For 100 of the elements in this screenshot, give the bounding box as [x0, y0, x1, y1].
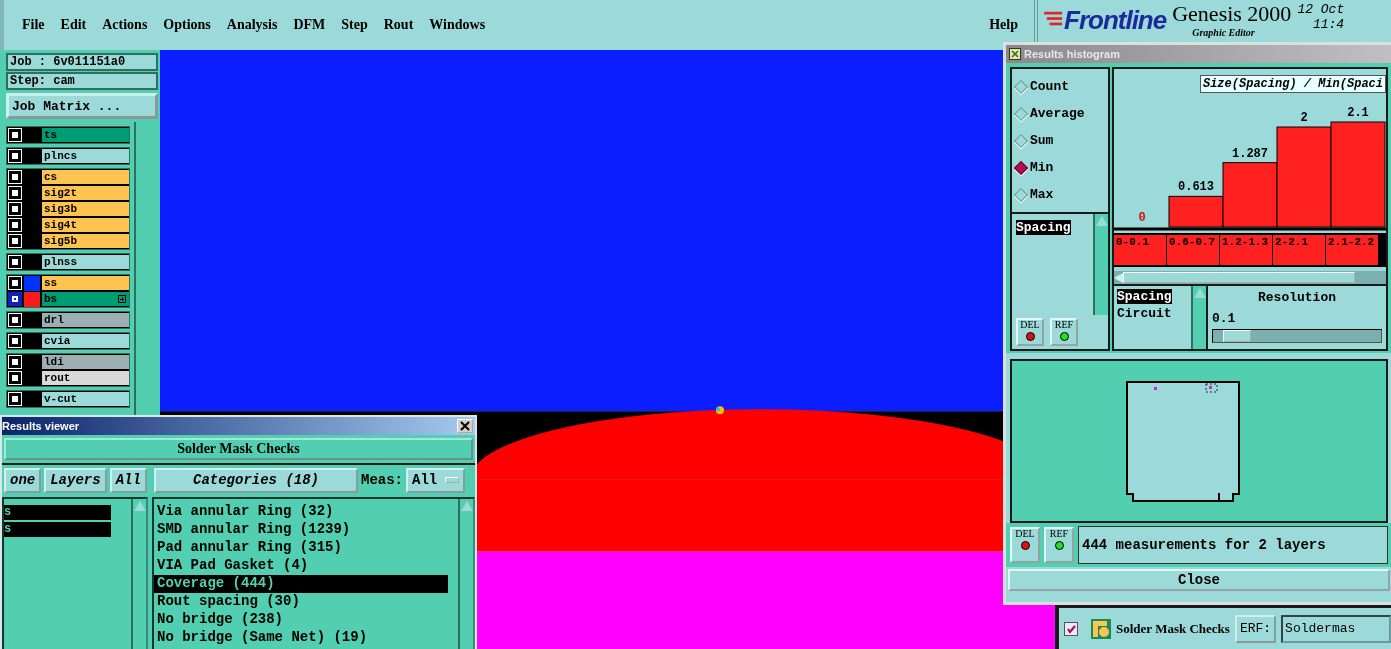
layer-name[interactable]: cs	[42, 170, 129, 184]
layer-name[interactable]: cvia	[42, 334, 129, 348]
category-list-item[interactable]: Rout spacing (30)	[154, 593, 448, 611]
menu-item[interactable]: Step	[333, 17, 376, 33]
layer-checkbox[interactable]	[9, 129, 21, 141]
mode-radio[interactable]: Max	[1012, 181, 1108, 208]
none-button[interactable]: one	[4, 467, 42, 493]
layer-name[interactable]: sig5b	[42, 234, 129, 248]
menu-item[interactable]: File	[14, 17, 53, 33]
mode-radio[interactable]: Average	[1012, 100, 1108, 127]
layer-name[interactable]: rout	[42, 371, 129, 385]
categories-button[interactable]: Categories (18)	[154, 467, 358, 493]
resolution-label: Resolution	[1258, 290, 1336, 305]
category-list-item[interactable]: Coverage (444)	[154, 575, 448, 593]
erf-input-field[interactable]: Soldermas	[1281, 614, 1391, 643]
size-list-item[interactable]: Spacing	[1117, 289, 1172, 304]
layer-list-item[interactable]: s	[4, 522, 111, 537]
resolution-slider[interactable]	[1212, 329, 1382, 343]
layer-checkbox[interactable]	[9, 171, 21, 183]
mode-radio[interactable]: Min	[1012, 154, 1108, 181]
menu-item[interactable]: Analysis	[218, 17, 286, 33]
layer-list-item[interactable]: s	[4, 505, 111, 520]
layer-name[interactable]: sig2t	[42, 186, 129, 200]
bar-value-label: 2	[1300, 111, 1308, 125]
window-menu-icon[interactable]	[1009, 48, 1021, 60]
del-button[interactable]: DEL	[1016, 318, 1044, 346]
size-list-item[interactable]: Circuit	[1117, 306, 1172, 321]
category-list-item[interactable]: No bridge (238)	[154, 611, 448, 629]
layer-checkbox[interactable]	[9, 277, 21, 289]
slider-thumb[interactable]	[1223, 330, 1252, 342]
horizontal-scrollbar[interactable]	[1114, 271, 1386, 284]
measure-list-item[interactable]: Spacing	[1016, 220, 1071, 235]
layer-checkbox[interactable]	[9, 372, 21, 384]
mode-radio[interactable]: Sum	[1012, 127, 1108, 154]
erf-button[interactable]: ERF:	[1234, 614, 1277, 643]
ref-button[interactable]: REF	[1050, 318, 1078, 346]
menu-item[interactable]: Actions	[94, 17, 156, 33]
vertical-scrollbar[interactable]	[1093, 214, 1108, 315]
layer-checkbox[interactable]	[9, 335, 21, 347]
bin-label: 0.6-0.7	[1167, 235, 1220, 265]
layer-name[interactable]: drl	[42, 313, 129, 327]
vertical-scrollbar[interactable]	[1191, 286, 1206, 349]
category-list-item[interactable]: Pad annular Ring (315)	[154, 539, 448, 557]
checkbox[interactable]	[1064, 621, 1078, 636]
menu-item[interactable]: Options	[155, 17, 219, 33]
layer-checkbox[interactable]	[9, 356, 21, 368]
all-button[interactable]: All	[109, 467, 147, 493]
layer-name[interactable]: ss	[42, 276, 129, 290]
window-title: Results histogram	[1024, 48, 1120, 60]
layers-button[interactable]: Layers	[44, 467, 107, 493]
del-button[interactable]: DEL	[1010, 527, 1040, 563]
layer-name[interactable]: ts	[42, 128, 129, 142]
layer-checkbox[interactable]	[9, 314, 21, 326]
menu-item[interactable]: Rout	[375, 17, 422, 33]
vertical-scrollbar[interactable]	[131, 499, 146, 649]
meas-dropdown[interactable]: All	[406, 467, 466, 493]
layer-name[interactable]: v-cut	[42, 392, 129, 406]
layer-checkbox[interactable]	[9, 203, 21, 215]
job-info: Job : 6v011151a0	[6, 53, 158, 71]
layer-name[interactable]: sig3b	[42, 202, 129, 216]
ref-button[interactable]: REF	[1044, 527, 1074, 563]
stripes-logo-icon	[1044, 10, 1064, 28]
bar-value-label: 0	[1138, 211, 1146, 225]
bar-value-label: 0.613	[1178, 180, 1214, 195]
layer-checkbox[interactable]	[9, 293, 21, 305]
checks-icon	[1091, 618, 1111, 639]
product-name: Genesis 2000	[1172, 1, 1292, 27]
menu-item[interactable]: DFM	[285, 17, 334, 33]
chart-title: Size(Spacing) / Min(Spaci	[1199, 75, 1386, 93]
category-list-item[interactable]: Via annular Ring (32)	[154, 503, 448, 521]
help-menu[interactable]: Help	[981, 17, 1026, 33]
menu-item[interactable]: Edit	[52, 17, 95, 33]
category-list-item[interactable]: VIA Pad Gasket (4)	[154, 557, 448, 575]
layer-checkbox[interactable]	[9, 393, 21, 405]
menu-item[interactable]: Windows	[421, 17, 494, 33]
layer-checkbox[interactable]	[9, 187, 21, 199]
window-title: Results viewer	[2, 420, 80, 432]
close-icon[interactable]	[457, 419, 473, 433]
category-list-item[interactable]: No bridge (Same Net) (19)	[154, 629, 448, 647]
layer-checkbox[interactable]	[9, 256, 21, 268]
vertical-scrollbar[interactable]	[458, 499, 473, 649]
layer-checkbox[interactable]	[9, 150, 21, 162]
close-button[interactable]: Close	[1008, 569, 1390, 591]
status-message: 444 measurements for 2 layers	[1078, 526, 1388, 564]
bin-label: 2.1-2.2	[1326, 235, 1379, 265]
layer-name[interactable]: plnss	[42, 255, 129, 269]
layer-name[interactable]: ldi	[42, 355, 129, 369]
layer-checkbox[interactable]	[9, 219, 21, 231]
layer-name[interactable]: plncs	[42, 149, 129, 163]
mode-radio[interactable]: Count	[1012, 73, 1108, 100]
layer-name[interactable]: sig4t	[42, 218, 129, 232]
bar-value-label: 2.1	[1347, 106, 1369, 120]
meas-label: Meas:	[361, 472, 403, 488]
category-list-item[interactable]: SMD annular Ring (1239)	[154, 521, 448, 539]
layer-name[interactable]: bs	[42, 292, 129, 306]
layer-checkbox[interactable]	[9, 235, 21, 247]
resolution-value: 0.1	[1212, 311, 1237, 326]
bin-label: 1.2-1.3	[1220, 235, 1273, 265]
job-matrix-button[interactable]: Job Matrix ...	[6, 93, 158, 119]
checks-header-button[interactable]: Solder Mask Checks	[4, 438, 473, 460]
